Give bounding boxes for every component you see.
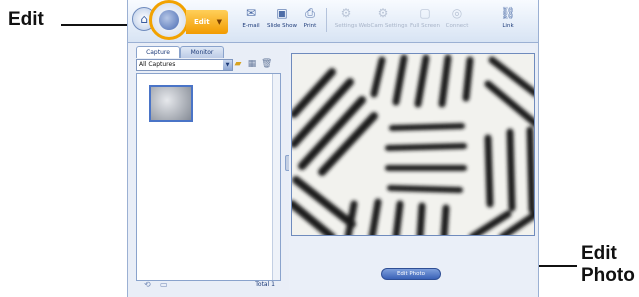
tab-monitor[interactable]: Monitor: [180, 46, 224, 58]
app-window: ⌂ Edit ▼ ✉ E-mail ▣ Slide Show ⎙ Print ⚙…: [127, 0, 539, 297]
thumbnail-scrollbar[interactable]: [272, 74, 280, 280]
edit-dropdown-button[interactable]: Edit ▼: [186, 10, 228, 34]
left-pane: Capture Monitor All Captures ▼ ▰ ▦ 🗑 ⟲ ▭…: [134, 46, 283, 290]
page-icon[interactable]: ▭: [160, 280, 170, 290]
edit-photo-button[interactable]: Edit Photo: [381, 268, 441, 280]
toolbar: ⌂ Edit ▼ ✉ E-mail ▣ Slide Show ⎙ Print ⚙…: [128, 0, 538, 43]
star-target-image: [292, 54, 534, 235]
rotate-icon[interactable]: ⟲: [144, 280, 154, 290]
webcam-settings-button[interactable]: ⚙ WebCam Settings: [357, 6, 409, 36]
slideshow-icon: ▣: [276, 6, 288, 20]
link-button[interactable]: ⛓ Link: [489, 6, 527, 36]
settings-icon: ⚙: [340, 6, 352, 20]
thumbnail-list: [136, 73, 281, 281]
chevron-down-icon: ▼: [216, 18, 222, 26]
edit-label: Edit: [194, 18, 210, 26]
print-label: Print: [303, 23, 317, 29]
link-label: Link: [502, 23, 514, 29]
callout-edit-photo-line1: Edit: [581, 243, 617, 264]
filter-row: All Captures ▼ ▰ ▦ 🗑: [134, 59, 283, 71]
captures-filter-value: All Captures: [139, 61, 176, 68]
edit-mode-button[interactable]: [149, 0, 189, 40]
photo-preview: [291, 53, 535, 236]
status-bar: ⟲ ▭ Total 1: [136, 280, 279, 290]
trash-icon[interactable]: 🗑: [261, 59, 272, 69]
view-grid-icon[interactable]: ▦: [247, 59, 257, 69]
connect-label: Connect: [445, 23, 469, 29]
chevron-down-icon: ▼: [223, 60, 232, 70]
tab-capture[interactable]: Capture: [136, 46, 180, 58]
webcam-settings-icon: ⚙: [377, 6, 389, 20]
right-pane: Edit Photo: [289, 46, 535, 290]
edit-face-icon: [159, 10, 179, 30]
full-screen-label: Full Screen: [409, 23, 441, 29]
settings-label: Settings: [334, 23, 358, 29]
capture-thumbnail[interactable]: [149, 85, 193, 122]
callout-edit: Edit: [8, 9, 44, 30]
callout-edit-photo: Edit Photo: [581, 243, 639, 287]
email-label: E-mail: [242, 23, 260, 29]
link-icon: ⛓: [500, 6, 516, 20]
callout-edit-line: [61, 24, 131, 26]
total-count: Total 1: [255, 281, 275, 288]
connect-icon: ◎: [451, 6, 463, 20]
connect-button[interactable]: ◎ Connect: [438, 6, 476, 36]
home-icon: ⌂: [140, 12, 148, 26]
new-folder-icon[interactable]: ▰: [233, 59, 243, 69]
pane-tabs: Capture Monitor: [134, 46, 283, 58]
full-screen-icon: ▢: [419, 6, 431, 20]
email-icon: ✉: [245, 6, 257, 20]
captures-filter-select[interactable]: All Captures ▼: [136, 59, 233, 71]
webcam-settings-label: WebCam Settings: [358, 23, 408, 29]
print-button[interactable]: ⎙ Print: [291, 6, 329, 36]
callout-edit-photo-line2: Photo: [581, 265, 635, 286]
print-icon: ⎙: [305, 6, 315, 20]
